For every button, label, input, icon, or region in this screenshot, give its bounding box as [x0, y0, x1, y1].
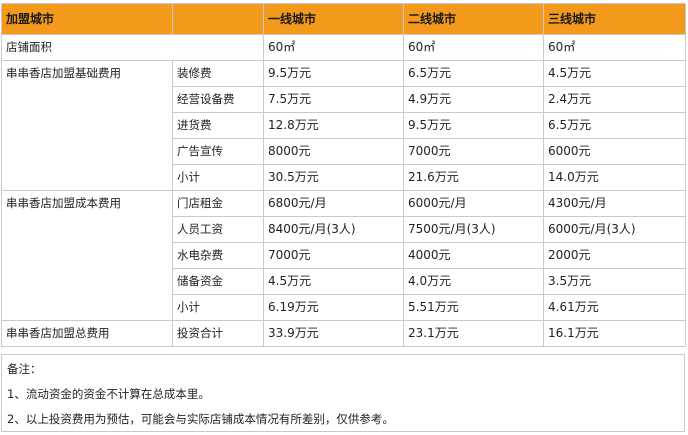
total-label: 串串香店加盟总费用: [1, 320, 173, 347]
value-cell: 9.5万元: [263, 60, 404, 87]
value-cell: 12.8万元: [263, 112, 404, 139]
value-cell: 7000元: [263, 242, 404, 269]
value-cell: 6800元/月: [263, 190, 404, 217]
header-cell: 三线城市: [543, 3, 686, 35]
franchise-cost-document: 加盟城市 一线城市 二线城市 三线城市 店铺面积 60㎡ 60㎡ 60㎡ 串串香店加盟基础费用装…: [0, 0, 688, 435]
item-label: 小计: [172, 164, 264, 191]
value-cell: 4.5万元: [263, 268, 404, 295]
group-label: 串串香店加盟成本费用: [1, 190, 173, 321]
value-cell: 21.6万元: [403, 164, 544, 191]
total-value-cell: 16.1万元: [543, 320, 686, 347]
value-cell: 60㎡: [263, 34, 404, 61]
header-cell: 二线城市: [403, 3, 544, 35]
item-label: 门店租金: [172, 190, 264, 217]
item-label: 装修费: [172, 60, 264, 87]
value-cell: 30.5万元: [263, 164, 404, 191]
table-row: 串串香店加盟基础费用 装修费 9.5万元 6.5万元 4.5万元: [1, 60, 686, 191]
franchise-cost-table: 加盟城市 一线城市 二线城市 三线城市 店铺面积 60㎡ 60㎡ 60㎡ 串串香店加盟基础费用装…: [1, 3, 686, 347]
value-cell: 6.5万元: [543, 112, 686, 139]
value-cell: 8000元: [263, 138, 404, 165]
notes-title: 备注：: [7, 362, 42, 376]
item-label: 广告宣传: [172, 138, 264, 165]
value-cell: 4.9万元: [403, 86, 544, 113]
item-label: 人员工资: [172, 216, 264, 243]
table-row: 串串香店加盟总费用 投资合计 33.9万元 23.1万元 16.1万元: [1, 320, 686, 347]
value-cell: 5.51万元: [403, 294, 544, 321]
value-cell: 2.4万元: [543, 86, 686, 113]
row-label: 店铺面积: [1, 34, 264, 61]
value-cell: 7.5万元: [263, 86, 404, 113]
value-cell: 60㎡: [403, 34, 544, 61]
item-label: 小计: [172, 294, 264, 321]
group-label: 串串香店加盟基础费用: [1, 60, 173, 191]
value-cell: 6000元/月(3人): [543, 216, 686, 243]
value-cell: 14.0万元: [543, 164, 686, 191]
item-label: 进货费: [172, 112, 264, 139]
note-line-1: 1、流动资金的资金不计算在总成本里。: [7, 387, 210, 401]
value-cell: 6.19万元: [263, 294, 404, 321]
total-value-cell: 33.9万元: [263, 320, 404, 347]
item-label: 经营设备费: [172, 86, 264, 113]
header-cell: 一线城市: [263, 3, 404, 35]
note-line-2: 2、以上投资费用为预估，可能会与实际店铺成本情况有所差别，仅供参考。: [7, 412, 394, 426]
notes-box: 备注： 1、流动资金的资金不计算在总成本里。 2、以上投资费用为预估，可能会与实…: [1, 354, 685, 432]
value-cell: 6000元: [543, 138, 686, 165]
item-label: 投资合计: [172, 320, 264, 347]
value-cell: 6000元/月: [403, 190, 544, 217]
value-cell: 4.61万元: [543, 294, 686, 321]
value-cell: 4000元: [403, 242, 544, 269]
value-cell: 6.5万元: [403, 60, 544, 87]
value-cell: 7500元/月(3人): [403, 216, 544, 243]
table-row: 店铺面积 60㎡ 60㎡ 60㎡: [1, 34, 686, 61]
value-cell: 3.5万元: [543, 268, 686, 295]
value-cell: 9.5万元: [403, 112, 544, 139]
table-body: 加盟城市 一线城市 二线城市 三线城市 店铺面积 60㎡ 60㎡ 60㎡ 串串香店加盟基础费用装…: [1, 3, 686, 347]
value-cell: 2000元: [543, 242, 686, 269]
value-cell: 4300元/月: [543, 190, 686, 217]
header-cell: [172, 3, 264, 35]
item-label: 储备资金: [172, 268, 264, 295]
table-row: 串串香店加盟成本费用 门店租金 6800元/月 6000元/月 4300元/月: [1, 190, 686, 321]
value-cell: 4.5万元: [543, 60, 686, 87]
header-cell: 加盟城市: [1, 3, 173, 35]
total-value-cell: 23.1万元: [403, 320, 544, 347]
item-label: 水电杂费: [172, 242, 264, 269]
value-cell: 8400元/月(3人): [263, 216, 404, 243]
value-cell: 7000元: [403, 138, 544, 165]
table-header-row: 加盟城市 一线城市 二线城市 三线城市: [1, 3, 686, 35]
value-cell: 4.0万元: [403, 268, 544, 295]
value-cell: 60㎡: [543, 34, 686, 61]
